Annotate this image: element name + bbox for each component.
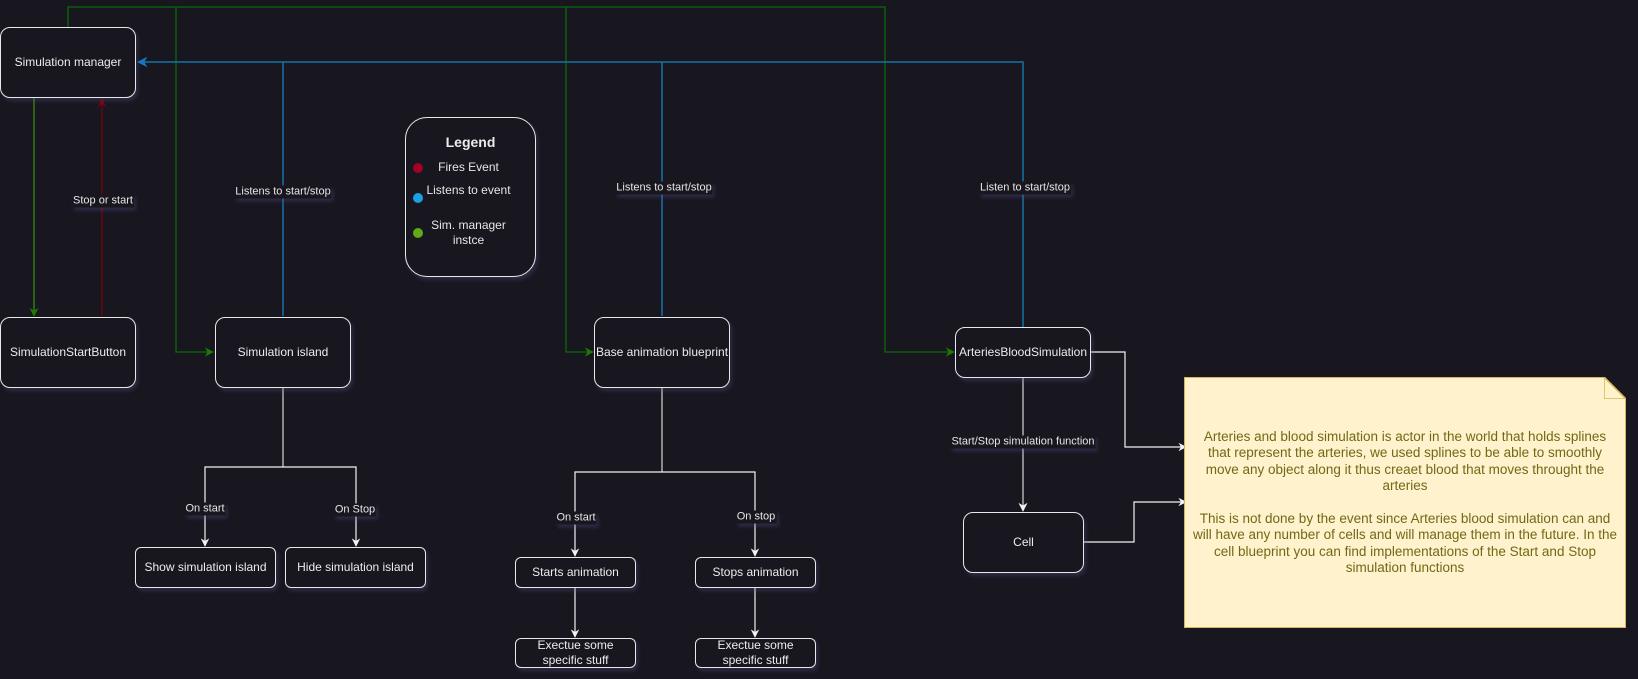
starts-animation-node[interactable]: Starts animation xyxy=(515,557,636,588)
simulation-manager-node[interactable]: Simulation manager xyxy=(0,27,136,98)
cell-node[interactable]: Cell xyxy=(963,512,1084,573)
edge-label-stop-or-start: Stop or start xyxy=(72,194,134,208)
execute-stop-stuff-node[interactable]: Exectue some specific stuff xyxy=(695,638,816,668)
edge-label-island-on-start: On start xyxy=(184,502,226,516)
arteries-blood-simulation-node[interactable]: ArteriesBloodSimulation xyxy=(955,327,1091,378)
stops-animation-node[interactable]: Stops animation xyxy=(695,557,816,588)
edge-label-start-stop-function: Start/Stop simulation function xyxy=(950,435,1096,449)
edge-arteries-to-note xyxy=(1091,351,1187,452)
execute-start-stuff-node[interactable]: Exectue some specific stuff xyxy=(515,638,636,668)
edge-manager-to-arteries xyxy=(566,6,955,357)
hide-simulation-island-node[interactable]: Hide simulation island xyxy=(285,547,426,588)
edge-label-island-on-stop: On Stop xyxy=(333,503,377,517)
legend: Legend Fires Event Listens to event Sim.… xyxy=(405,117,536,277)
note-paragraph-2: This is not done by the event since Arte… xyxy=(1193,510,1617,575)
simulation-start-button-node[interactable]: SimulationStartButton xyxy=(0,317,136,388)
red-dot-icon xyxy=(413,163,423,173)
green-dot-icon xyxy=(413,228,423,238)
edge-cell-to-note xyxy=(1084,497,1187,543)
legend-title: Legend xyxy=(445,134,496,150)
edge-label-island-listens: Listens to start/stop xyxy=(234,185,332,199)
note-arteries-explanation: Arteries and blood simulation is actor i… xyxy=(1184,377,1626,628)
legend-item-label: Sim. manager instce xyxy=(431,218,506,247)
note-fold-corner-icon xyxy=(1604,377,1626,399)
legend-item-label: Fires Event xyxy=(438,160,499,174)
legend-item-label: Listens to event xyxy=(426,183,511,197)
edge-label-blueprint-listens: Listens to start/stop xyxy=(615,181,713,195)
show-simulation-island-node[interactable]: Show simulation island xyxy=(135,547,276,588)
edge-label-arteries-listen: Listen to start/stop xyxy=(979,181,1071,195)
base-animation-blueprint-node[interactable]: Base animation blueprint xyxy=(594,317,730,388)
note-paragraph-1: Arteries and blood simulation is actor i… xyxy=(1203,428,1607,493)
edge-label-anim-on-stop: On stop xyxy=(735,510,777,524)
simulation-island-node[interactable]: Simulation island xyxy=(215,317,351,388)
blue-dot-icon xyxy=(413,193,423,203)
edge-label-anim-on-start: On start xyxy=(555,511,597,525)
